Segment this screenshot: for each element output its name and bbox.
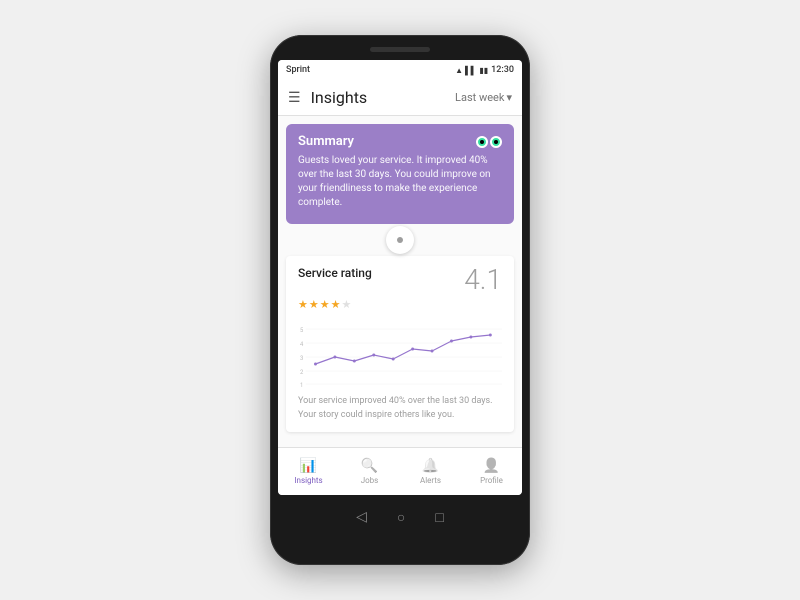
star-rating: ★ ★ ★ ★ ★ [298, 298, 502, 311]
scroll-indicator [278, 226, 522, 254]
scroll-dot-inner [397, 237, 403, 243]
insights-icon: 📊 [300, 458, 317, 474]
alerts-bell-icon: 🔔 [422, 458, 439, 474]
svg-text:5: 5 [300, 328, 304, 334]
summary-card: Summary Guests loved your service. It im… [286, 124, 514, 224]
star-3: ★ [320, 298, 330, 311]
nav-label-profile: Profile [480, 476, 503, 485]
home-button[interactable]: ○ [397, 509, 405, 526]
jobs-search-icon: 🔍 [361, 458, 378, 474]
nav-item-insights[interactable]: 📊 Insights [278, 448, 339, 495]
carrier-label: Sprint [286, 65, 310, 75]
signal-wifi-icon: ▲ ▌▌ [455, 66, 476, 75]
profile-icon: 👤 [483, 458, 500, 474]
rating-label: Service rating [298, 266, 372, 280]
nav-label-jobs: Jobs [361, 476, 379, 485]
phone-speaker [370, 47, 430, 52]
star-5: ★ [342, 298, 352, 311]
battery-icon: ▮ [479, 66, 488, 75]
chart-svg: 5 4 3 2 1 [298, 319, 502, 389]
rating-footer-line1: Your service improved 40% over the last … [298, 395, 502, 409]
status-right-icons: ▲ ▌▌ ▮ 12:30 [455, 65, 514, 75]
content-area: Summary Guests loved your service. It im… [278, 116, 522, 447]
svg-text:4: 4 [300, 342, 304, 348]
system-nav: ◁ ○ □ [356, 501, 444, 533]
period-selector[interactable]: Last week ▾ [455, 91, 512, 104]
svg-text:3: 3 [300, 356, 303, 362]
summary-header: Summary [298, 134, 502, 149]
rating-value: 4.1 [464, 266, 502, 294]
back-button[interactable]: ◁ [356, 509, 367, 525]
summary-text: Guests loved your service. It improved 4… [298, 154, 502, 210]
period-label: Last week [455, 91, 504, 104]
phone-screen: Sprint ▲ ▌▌ ▮ 12:30 ☰ Insights Last week… [278, 60, 522, 495]
hamburger-icon[interactable]: ☰ [288, 90, 301, 106]
svg-text:2: 2 [300, 370, 304, 376]
rating-footer: Your service improved 40% over the last … [298, 395, 502, 422]
tripadvisor-logo [476, 136, 502, 148]
scroll-dot [386, 226, 414, 254]
owl-left-eye [476, 136, 488, 148]
rating-card: Service rating 4.1 ★ ★ ★ ★ ★ [286, 256, 514, 432]
summary-title: Summary [298, 134, 354, 149]
chevron-down-icon: ▾ [506, 91, 512, 104]
app-bar: ☰ Insights Last week ▾ [278, 80, 522, 116]
svg-text:1: 1 [300, 383, 303, 389]
star-1: ★ [298, 298, 308, 311]
status-time: 12:30 [491, 65, 514, 75]
nav-item-alerts[interactable]: 🔔 Alerts [400, 448, 461, 495]
nav-item-jobs[interactable]: 🔍 Jobs [339, 448, 400, 495]
status-bar: Sprint ▲ ▌▌ ▮ 12:30 [278, 60, 522, 80]
bottom-nav: 📊 Insights 🔍 Jobs 🔔 Alerts 👤 Profile [278, 447, 522, 495]
nav-label-alerts: Alerts [420, 476, 441, 485]
rating-header: Service rating 4.1 [298, 266, 502, 294]
owl-right-eye [490, 136, 502, 148]
nav-label-insights: Insights [294, 476, 322, 485]
phone-device: Sprint ▲ ▌▌ ▮ 12:30 ☰ Insights Last week… [270, 35, 530, 565]
rating-footer-line2: Your story could inspire others like you… [298, 409, 502, 423]
recent-button[interactable]: □ [435, 509, 443, 526]
rating-chart: 5 4 3 2 1 [298, 319, 502, 389]
page-title: Insights [311, 88, 455, 107]
star-4: ★ [331, 298, 341, 311]
star-2: ★ [309, 298, 319, 311]
nav-item-profile[interactable]: 👤 Profile [461, 448, 522, 495]
